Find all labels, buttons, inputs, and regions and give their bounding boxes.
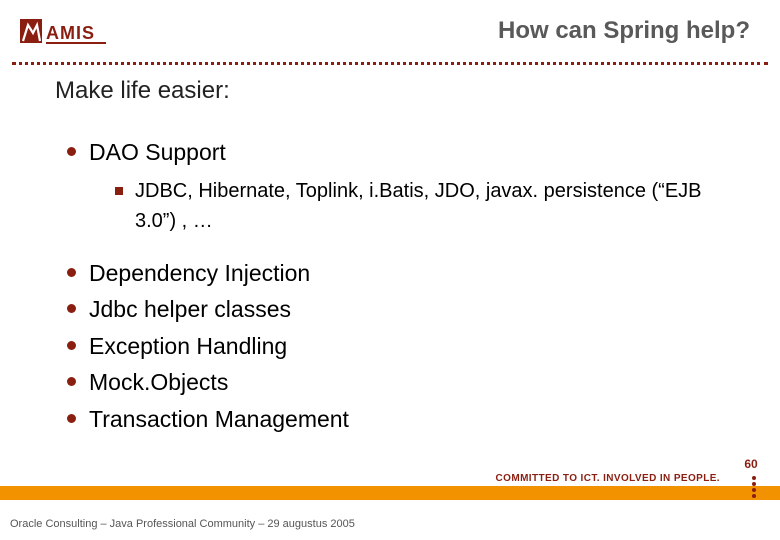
main-bullet-list: DAO Support JDBC, Hibernate, Toplink, i.… bbox=[55, 135, 725, 436]
brand-tagline: COMMITTED TO ICT. INVOLVED IN PEOPLE. bbox=[496, 473, 720, 484]
sub-bullet-text: JDBC, Hibernate, Toplink, i.Batis, JDO, … bbox=[135, 180, 702, 232]
footer-text: Oracle Consulting – Java Professional Co… bbox=[10, 518, 355, 530]
bullet-text: Jdbc helper classes bbox=[89, 296, 291, 322]
amis-logo-icon: AMIS bbox=[20, 13, 110, 49]
list-item: DAO Support JDBC, Hibernate, Toplink, i.… bbox=[67, 135, 725, 236]
bullet-text: Transaction Management bbox=[89, 406, 349, 432]
list-item: Dependency Injection bbox=[67, 256, 725, 291]
slide-title: How can Spring help? bbox=[110, 17, 760, 45]
footer-bar: COMMITTED TO ICT. INVOLVED IN PEOPLE. 60 bbox=[0, 480, 780, 500]
content-area: Make life easier: DAO Support JDBC, Hibe… bbox=[0, 77, 780, 436]
divider-dotted bbox=[12, 62, 768, 65]
bullet-text: Dependency Injection bbox=[89, 260, 310, 286]
slide-header: AMIS How can Spring help? bbox=[0, 0, 780, 62]
bullet-text: Exception Handling bbox=[89, 333, 287, 359]
list-item: Exception Handling bbox=[67, 329, 725, 364]
bullet-text: Mock.Objects bbox=[89, 369, 228, 395]
brand-logo: AMIS bbox=[20, 13, 110, 49]
svg-text:AMIS: AMIS bbox=[46, 23, 95, 43]
list-item: Mock.Objects bbox=[67, 365, 725, 400]
footer-accent-strip bbox=[0, 486, 780, 500]
sub-bullet-list: JDBC, Hibernate, Toplink, i.Batis, JDO, … bbox=[89, 176, 725, 236]
page-dots-icon bbox=[752, 476, 756, 498]
page-number-badge: 60 bbox=[736, 452, 766, 476]
sub-list-item: JDBC, Hibernate, Toplink, i.Batis, JDO, … bbox=[115, 176, 725, 236]
list-item: Transaction Management bbox=[67, 402, 725, 437]
subtitle: Make life easier: bbox=[55, 77, 725, 105]
bullet-text: DAO Support bbox=[89, 139, 226, 165]
list-item: Jdbc helper classes bbox=[67, 292, 725, 327]
